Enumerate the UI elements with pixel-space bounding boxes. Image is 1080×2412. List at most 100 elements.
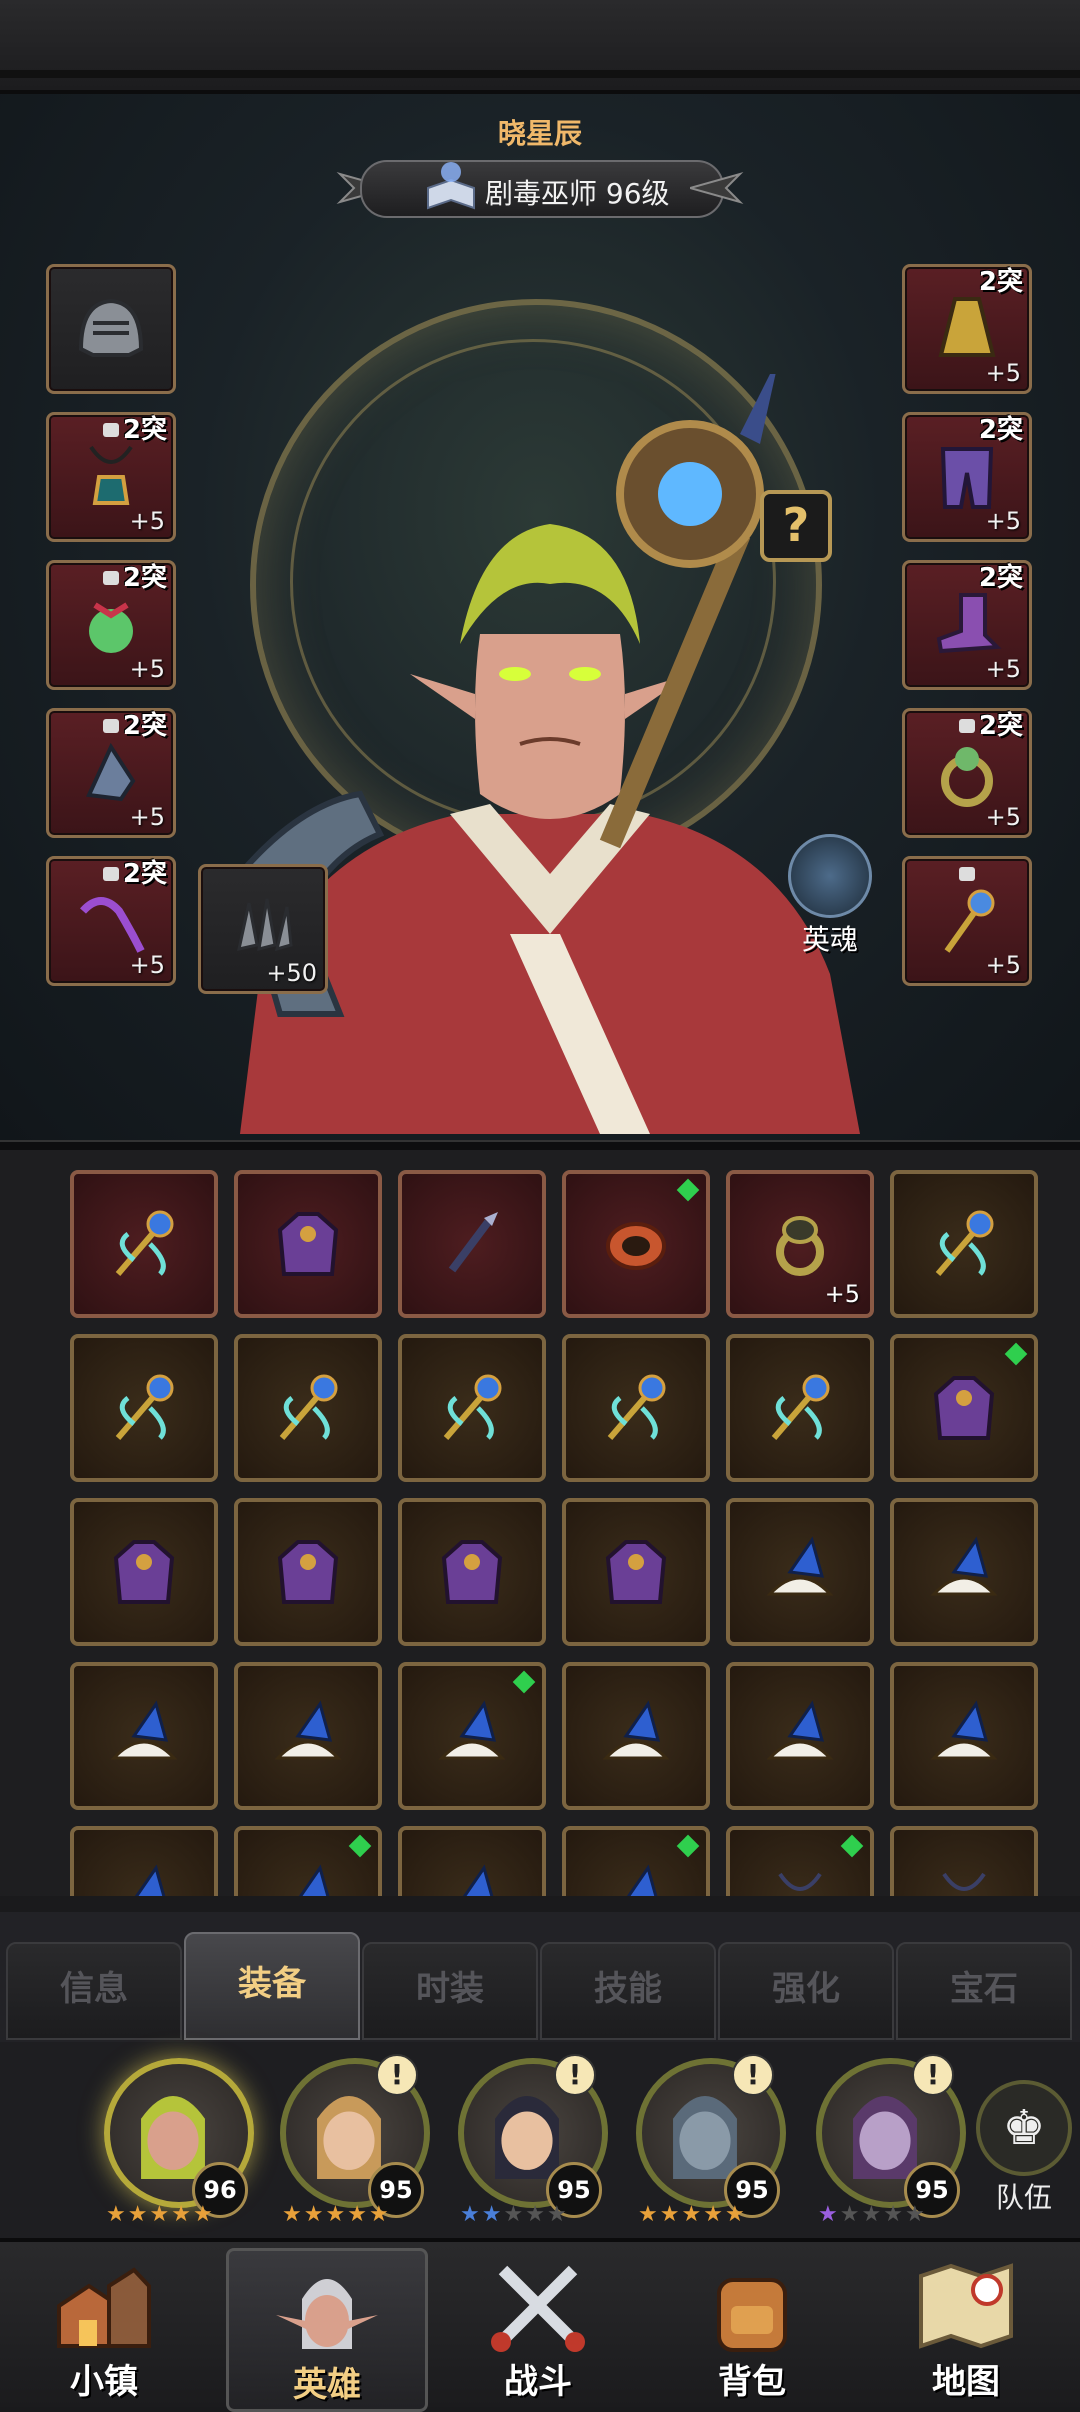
enhance-level: +5	[985, 655, 1021, 683]
inventory-item[interactable]	[398, 1662, 546, 1810]
tab-equipment[interactable]: 装备	[184, 1932, 360, 2040]
tab-info[interactable]: 信息	[6, 1942, 182, 2040]
inventory-item[interactable]	[398, 1170, 546, 1318]
equip-slot-amulet[interactable]: 2突 +5	[46, 412, 176, 542]
hero-roster: 96 ★★★★★! 95 ★★★★★! 95 ★★★★★! 95 ★★★★★! 95 ★★★★★	[0, 2042, 1080, 2238]
banner-wing-right-icon	[690, 172, 744, 204]
hat-icon	[930, 1536, 998, 1596]
inventory-item[interactable]	[398, 1498, 546, 1646]
gem-badge	[676, 1178, 700, 1202]
hero-soul-button[interactable]: 英魂	[786, 834, 874, 958]
star-icon: ★	[127, 2202, 150, 2227]
star-icon: ★	[703, 2202, 725, 2227]
nav-map[interactable]: 地图	[868, 2248, 1064, 2406]
star-icon: ★	[904, 2202, 927, 2227]
inventory-item[interactable]: +5	[726, 1170, 874, 1318]
lock-icon	[959, 867, 975, 881]
boots-icon	[936, 593, 1002, 654]
roster-hero[interactable]: 96 ★★★★★	[94, 2052, 254, 2227]
inventory-item[interactable]	[726, 1334, 874, 1482]
inventory-item[interactable]	[70, 1826, 218, 1896]
nav-battle[interactable]: 战斗	[440, 2248, 636, 2406]
inventory-item[interactable]	[234, 1662, 382, 1810]
inventory-item[interactable]	[562, 1662, 710, 1810]
class-banner: 剧毒巫师 96级	[330, 154, 750, 220]
hat-icon	[766, 1700, 834, 1760]
roster-hero[interactable]: ! 95 ★★★★★	[270, 2052, 430, 2227]
inventory-item[interactable]	[70, 1334, 218, 1482]
star-icon: ★	[481, 2202, 504, 2227]
mystery-button[interactable]: ?	[760, 490, 832, 562]
lock-icon	[103, 719, 119, 733]
inventory-item[interactable]	[234, 1498, 382, 1646]
inventory-item[interactable]	[70, 1498, 218, 1646]
enhance-level: +50	[266, 959, 317, 987]
equip-slot-claw[interactable]: +50	[198, 864, 328, 994]
inventory-item[interactable]	[398, 1334, 546, 1482]
roster-hero[interactable]: ! 95 ★★★★★	[448, 2052, 608, 2227]
inventory-item[interactable]	[398, 1826, 546, 1896]
inventory-item[interactable]	[726, 1662, 874, 1810]
lock-icon	[959, 719, 975, 733]
inventory-item[interactable]	[726, 1826, 874, 1896]
inventory-item[interactable]	[726, 1498, 874, 1646]
enhance-level: +5	[129, 655, 165, 683]
inventory-item[interactable]	[890, 1334, 1038, 1482]
pants-icon	[940, 447, 994, 509]
star-rating: ★★★★★	[460, 2202, 569, 2227]
inventory-item[interactable]	[234, 1826, 382, 1896]
equip-slot-charm[interactable]: 2突 +5	[46, 560, 176, 690]
nav-town[interactable]: 小镇	[6, 2248, 202, 2406]
star-rating: ★★★★★	[282, 2202, 391, 2227]
star-icon: ★	[883, 2202, 905, 2227]
team-button[interactable]: ♚ 队伍	[974, 2080, 1074, 2220]
lock-icon	[103, 867, 119, 881]
nav-backpack[interactable]: 背包	[654, 2248, 850, 2406]
equip-slot-cape[interactable]: 2突 +5	[902, 264, 1032, 394]
equip-slot-gauntlet[interactable]: 2突 +5	[46, 708, 176, 838]
star-icon: ★	[818, 2202, 840, 2227]
inventory-item[interactable]	[234, 1334, 382, 1482]
tab-enhance[interactable]: 强化	[718, 1942, 894, 2040]
alert-badge: !	[376, 2054, 418, 2096]
star-icon: ★	[681, 2202, 704, 2227]
roster-hero[interactable]: ! 95 ★★★★★	[626, 2052, 786, 2227]
roster-hero[interactable]: ! 95 ★★★★★	[806, 2052, 966, 2227]
gem-badge	[1004, 1342, 1028, 1366]
inventory-item[interactable]	[70, 1662, 218, 1810]
equip-slot-boots[interactable]: 2突 +5	[902, 560, 1032, 690]
inventory-item[interactable]	[890, 1170, 1038, 1318]
soul-label: 英魂	[801, 923, 858, 956]
amulet-icon	[778, 1872, 822, 1891]
tab-gems[interactable]: 宝石	[896, 1942, 1072, 2040]
equip-slot-staff[interactable]: +5	[902, 856, 1032, 986]
gem-badge	[512, 1670, 536, 1694]
equip-slot-wand[interactable]: 2突 +5	[46, 856, 176, 986]
hero-portrait[interactable]	[180, 374, 920, 1134]
lock-icon	[103, 423, 119, 437]
inventory-item[interactable]	[562, 1170, 710, 1318]
equip-slot-pants[interactable]: 2突 +5	[902, 412, 1032, 542]
star-icon: ★	[724, 2202, 747, 2227]
star-icon: ★	[839, 2202, 862, 2227]
inventory-item[interactable]	[562, 1826, 710, 1896]
inventory-item[interactable]	[562, 1498, 710, 1646]
nav-hero[interactable]: 英雄	[226, 2248, 428, 2412]
inventory-item[interactable]	[70, 1170, 218, 1318]
staff-icon	[279, 1374, 338, 1440]
equip-slot-helmet[interactable]	[46, 264, 176, 394]
inventory-item[interactable]	[890, 1662, 1038, 1810]
star-icon: ★	[368, 2202, 391, 2227]
star-icon: ★	[149, 2202, 172, 2227]
tab-fashion[interactable]: 时装	[362, 1942, 538, 2040]
bracelet-icon	[606, 1222, 666, 1270]
star-icon: ★	[638, 2202, 660, 2227]
inventory-item[interactable]	[562, 1334, 710, 1482]
inventory-item[interactable]	[234, 1170, 382, 1318]
staff-icon	[443, 1374, 502, 1440]
inventory-item[interactable]	[890, 1498, 1038, 1646]
tab-skills[interactable]: 技能	[540, 1942, 716, 2040]
inventory-item[interactable]	[890, 1826, 1038, 1896]
robe-icon	[933, 1376, 995, 1440]
equip-slot-ring[interactable]: 2突 +5	[902, 708, 1032, 838]
